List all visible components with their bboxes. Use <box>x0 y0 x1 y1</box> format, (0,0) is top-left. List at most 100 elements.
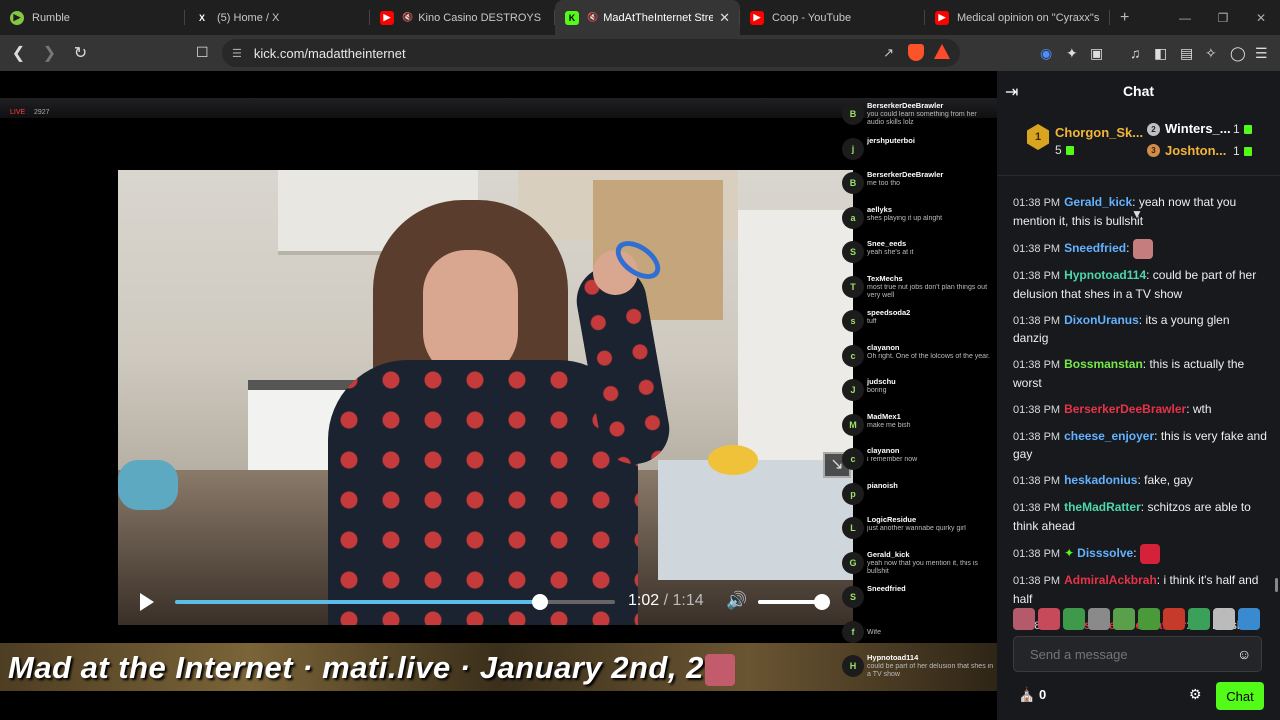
message-username[interactable]: theMadRatter <box>1064 500 1141 514</box>
message-time: 01:38 PM <box>1013 502 1061 514</box>
quick-emote-icon[interactable] <box>1013 608 1035 630</box>
message-username[interactable]: cheese_enjoyer <box>1064 429 1154 443</box>
overlay-chat-message: M MadMex1 make me bish <box>840 412 997 446</box>
overlay-username: BerserkerDeeBrawler <box>867 170 944 179</box>
quick-emote-icon[interactable] <box>1113 608 1135 630</box>
screenshot-icon[interactable]: ▣ <box>1090 45 1103 62</box>
music-icon[interactable]: ♫ <box>1130 45 1141 61</box>
brave-rewards-icon[interactable] <box>934 44 950 59</box>
site-settings-icon[interactable]: ☰ <box>232 47 242 60</box>
browser-tab[interactable]: ▶ Coop - YouTube <box>740 0 925 35</box>
send-chat-button[interactable]: Chat <box>1216 682 1264 710</box>
quick-emote-icon[interactable] <box>1163 608 1185 630</box>
message-separator: : <box>1126 240 1133 255</box>
quick-emote-icon[interactable] <box>1063 608 1085 630</box>
chat-title: Chat <box>1122 83 1155 99</box>
extensions-icon[interactable]: ✦ <box>1066 45 1078 62</box>
quick-emote-icon[interactable] <box>1188 608 1210 630</box>
overlay-avatar: f <box>842 620 864 643</box>
emoji-icon[interactable]: ☺ <box>1237 646 1251 662</box>
tab-audio-icon[interactable]: 🔇 <box>587 12 598 23</box>
tab-audio-icon[interactable]: 🔇 <box>402 12 413 23</box>
quick-emote-icon[interactable] <box>1213 608 1235 630</box>
browser-tab[interactable]: X (5) Home / X <box>185 0 370 35</box>
browser-tab[interactable]: ▶ Rumble <box>0 0 185 35</box>
new-tab-icon[interactable]: + <box>1120 9 1129 27</box>
store-icon[interactable]: ⛪ <box>1018 686 1035 703</box>
overlay-chat-message: G Gerald_kick yeah now that you mention it… <box>840 550 997 584</box>
play-icon[interactable] <box>140 593 154 611</box>
gifter-2-name[interactable]: Winters_... <box>1165 121 1231 136</box>
message-time: 01:38 PM <box>1013 270 1061 282</box>
overlay-username: pianoish <box>867 480 898 490</box>
seek-bar[interactable] <box>175 594 615 610</box>
minimize-icon[interactable]: — <box>1166 11 1204 25</box>
message-username[interactable]: AdmiralAckbrah <box>1064 573 1157 587</box>
browser-tab[interactable]: ▶ 🔇 Kino Casino DESTROYS DSP <box>370 0 555 35</box>
overlay-message-text: yeah now that you mention it, this is bu… <box>867 559 978 575</box>
close-window-icon[interactable]: ✕ <box>1242 11 1280 25</box>
video-player[interactable]: LIVE 2927 1:02 / 1:14 🔊 ↘ Mad at the Int… <box>0 71 997 720</box>
message-username[interactable]: BerserkerDeeBrawler <box>1064 402 1186 416</box>
bookmark-icon[interactable]: ☐ <box>196 44 209 61</box>
browser-tab[interactable]: K 🔇 MadAtTheInternet Strea ✕ <box>555 0 740 35</box>
quick-emote-icon[interactable] <box>1088 608 1110 630</box>
wallet-icon[interactable]: ▤ <box>1180 45 1193 62</box>
menu-icon[interactable]: ☰ <box>1255 45 1268 62</box>
volume-icon[interactable]: 🔊 <box>726 591 747 611</box>
message-username[interactable]: Sneedfried <box>1064 241 1126 255</box>
overlay-username: clayanon <box>867 446 900 455</box>
quick-emote-icon[interactable] <box>1238 608 1260 630</box>
chat-scrollbar[interactable] <box>1275 578 1278 592</box>
quick-emote-icon[interactable] <box>1138 608 1160 630</box>
rank-2-badge: 2 <box>1147 123 1160 136</box>
browser-tab[interactable]: ▶ Medical opinion on "Cyraxx"s m <box>925 0 1110 35</box>
message-username[interactable]: Gerald_kick <box>1064 195 1132 209</box>
scene-bananas <box>708 445 758 475</box>
overlay-avatar: S <box>842 586 864 608</box>
message-username[interactable]: DixonUranus <box>1064 313 1139 327</box>
emote-icon <box>1132 238 1153 259</box>
message-username[interactable]: Disssolve <box>1077 546 1133 560</box>
reload-icon[interactable]: ↻ <box>68 43 93 63</box>
message-separator: : <box>1154 428 1161 443</box>
gifter-1-name[interactable]: Chorgon_Sk... <box>1055 125 1143 140</box>
message-input[interactable] <box>1013 636 1262 672</box>
volume-level <box>758 600 822 604</box>
message-separator: : <box>1146 268 1153 282</box>
overlay-chat-message: Jjudschu boring <box>840 377 997 411</box>
time-current: 1:02 <box>628 592 660 609</box>
brave-shields-icon[interactable] <box>908 44 924 61</box>
video-frame[interactable] <box>118 170 853 625</box>
back-icon[interactable]: ❮ <box>6 43 31 63</box>
leo-ai-icon[interactable]: ✧ <box>1205 45 1217 62</box>
message-time: 01:38 PM <box>1013 197 1061 209</box>
tab-separator <box>1109 10 1110 25</box>
volume-thumb[interactable] <box>814 594 830 610</box>
gifter-3-name[interactable]: Joshton... <box>1165 143 1226 158</box>
youtube-icon: ▶ <box>935 10 949 25</box>
message-username[interactable]: Bossmanstan <box>1064 357 1143 371</box>
message-time: 01:38 PM <box>1013 314 1061 327</box>
tab-title: Medical opinion on "Cyraxx"s m <box>957 11 1100 24</box>
overlay-message-text: yeah she's at it <box>867 249 914 256</box>
seek-thumb[interactable] <box>532 594 549 610</box>
share-icon[interactable]: ↗ <box>883 45 894 61</box>
sidebar-icon[interactable]: ◧ <box>1154 45 1167 62</box>
vpn-shield-icon[interactable]: ◯ <box>1230 45 1246 62</box>
maximize-icon[interactable]: ❐ <box>1204 11 1242 25</box>
forward-icon[interactable]: ❯ <box>37 43 62 63</box>
close-tab-icon[interactable]: ✕ <box>719 10 730 26</box>
address-bar[interactable]: ☰ kick.com/madattheinternet ↗ <box>222 39 960 67</box>
url-text: kick.com/madattheinternet <box>253 45 406 61</box>
message-username[interactable]: Hypnotoad114 <box>1064 268 1146 282</box>
gear-icon[interactable]: ⚙ <box>1189 686 1202 703</box>
overlay-message-text: Oh right. One of the lolcows of the year… <box>867 352 990 360</box>
tab-bar: ▶ Rumble X (5) Home / X ▶ 🔇 Kino Casino DESTRO… <box>0 0 1280 35</box>
vpn-icon[interactable]: ◉ <box>1040 45 1052 62</box>
overlay-chat-message: S Snee_eeds yeah she's at it <box>840 239 997 273</box>
volume-slider[interactable] <box>758 594 830 610</box>
quick-emote-icon[interactable] <box>1038 608 1060 630</box>
message-username[interactable]: heskadonius <box>1064 473 1137 487</box>
message-text: wth <box>1192 401 1212 416</box>
